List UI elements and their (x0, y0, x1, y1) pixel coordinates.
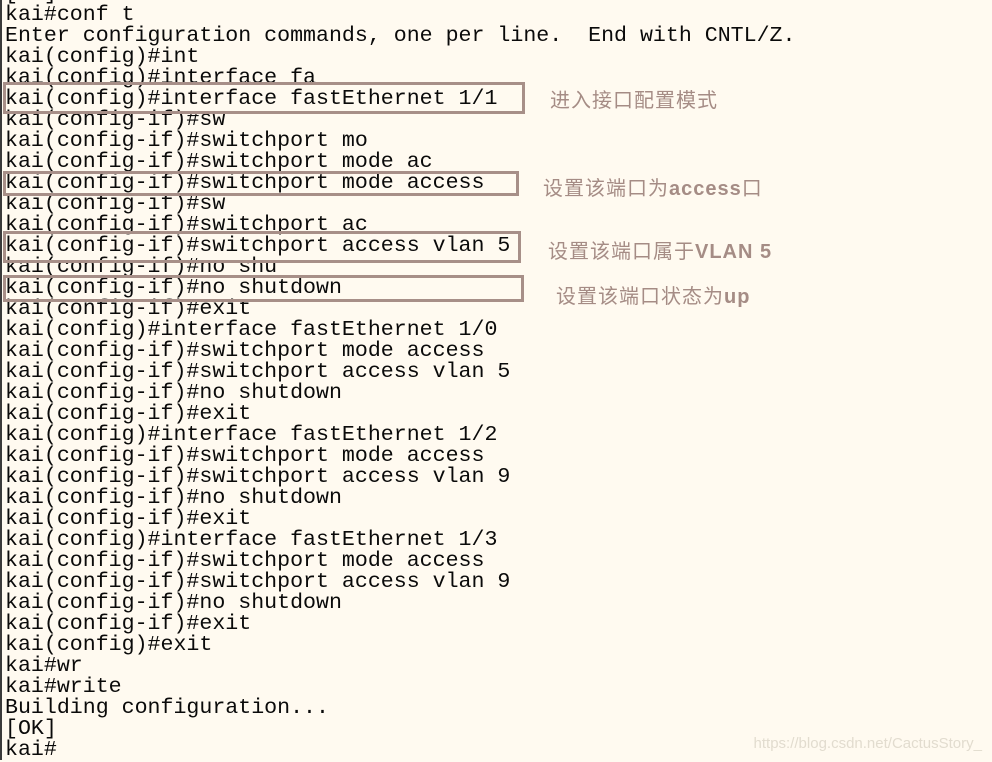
terminal-line: [OK] (5, 717, 57, 741)
annotation-text-en: access (669, 178, 742, 200)
terminal-line: kai(config-if)#exit (5, 612, 252, 636)
annotation-text: 进入接口配置模式 (550, 88, 718, 112)
annotation-vlan: 设置该端口属于VLAN 5 (548, 235, 772, 264)
terminal-line: Enter configuration commands, one per li… (5, 24, 796, 48)
terminal-line: kai(config-if)#switchport mode access (5, 339, 485, 363)
terminal-line: kai(config-if)#switchport mo (5, 129, 368, 153)
annotation-text-cn: 设置该端口状态为 (556, 284, 724, 308)
terminal-line: kai(config-if)#switchport access vlan 9 (5, 465, 511, 489)
terminal-line: kai(config-if)#exit (5, 402, 252, 426)
terminal-line: kai(config-if)#switchport mode access (5, 444, 485, 468)
terminal-line: kai(config-if)#no shutdown (5, 381, 342, 405)
terminal-line: kai(config-if)#switchport access vlan 9 (5, 570, 511, 594)
highlight-box-mode-access (3, 171, 519, 196)
terminal-line: kai(config)#int (5, 45, 200, 69)
terminal-window[interactable]: [OK] kai#conf t Enter configuration comm… (0, 0, 992, 761)
terminal-line: kai(config-if)#switchport mode access (5, 549, 485, 573)
highlight-box-access-vlan (3, 231, 521, 263)
highlight-box-interface (3, 82, 525, 114)
annotation-state-up: 设置该端口状态为up (556, 280, 750, 309)
terminal-line: kai#write (5, 675, 122, 699)
terminal-line: kai(config-if)#switchport mode ac (5, 150, 433, 174)
watermark: https://blog.csdn.net/CactusStory_ (753, 735, 982, 752)
annotation-text-en: up (724, 286, 751, 308)
terminal-line: kai(config)#interface fastEthernet 1/3 (5, 528, 498, 552)
terminal-line: kai(config-if)#no shutdown (5, 486, 342, 510)
terminal-line: Building configuration... (5, 696, 329, 720)
annotation-text-en: VLAN 5 (695, 241, 773, 263)
terminal-line: kai#wr (5, 654, 83, 678)
annotation-text-cn: 设置该端口为 (543, 176, 669, 200)
highlight-box-no-shutdown (3, 275, 524, 302)
terminal-line: kai(config)#interface fastEthernet 1/0 (5, 318, 498, 342)
annotation-text-cn: 设置该端口属于 (548, 239, 695, 263)
terminal-line: kai(config)#exit (5, 633, 213, 657)
annotation-text-tail: 口 (741, 176, 763, 200)
terminal-line: kai(config)#interface fastEthernet 1/2 (5, 423, 498, 447)
terminal-output: [OK] kai#conf t Enter configuration comm… (5, 0, 795, 761)
terminal-line: kai#conf t (5, 3, 135, 27)
terminal-line: kai(config-if)#no shutdown (5, 591, 342, 615)
annotation-access-mode: 设置该端口为access口 (543, 172, 763, 201)
annotation-interface-mode: 进入接口配置模式 (550, 84, 718, 113)
terminal-line: kai# (5, 738, 57, 762)
terminal-line: kai(config-if)#switchport access vlan 5 (5, 360, 511, 384)
terminal-line: kai(config-if)#exit (5, 507, 252, 531)
